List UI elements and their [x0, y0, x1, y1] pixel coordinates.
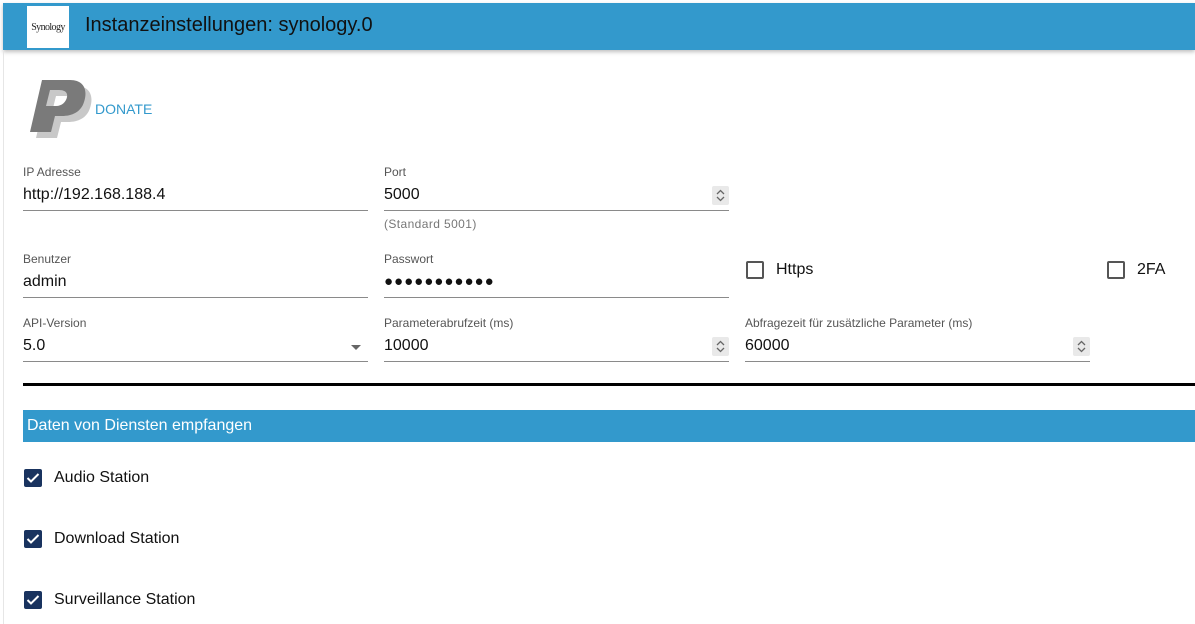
donate-link[interactable]: DONATE [95, 101, 152, 117]
ip-address-label: IP Adresse [23, 165, 81, 179]
port-field[interactable]: Port 5000 [384, 165, 729, 211]
checkmark-icon [26, 473, 40, 483]
surveillance-station-checkbox-box[interactable] [24, 591, 42, 609]
logo-text: Synology [31, 21, 65, 33]
section-title: Daten von Diensten empfangen [27, 417, 253, 434]
section-header: Daten von Diensten empfangen [23, 410, 1195, 442]
https-label: Https [776, 261, 814, 278]
password-field[interactable]: Passwort ●●●●●●●●●●● [384, 252, 729, 298]
user-field[interactable]: Benutzer admin [23, 252, 368, 298]
port-stepper[interactable] [712, 186, 729, 205]
extra-poll-interval-value[interactable]: 60000 [745, 337, 790, 355]
extra-poll-interval-label: Abfragezeit für zusätzliche Parameter (m… [745, 316, 973, 330]
stepper-arrows-icon [1077, 340, 1086, 353]
port-label: Port [384, 165, 407, 179]
surveillance-station-label: Surveillance Station [54, 591, 196, 608]
app-header: Synology Instanzeinstellungen: synology.… [3, 3, 1195, 50]
https-checkbox-box[interactable] [746, 261, 764, 279]
stepper-arrows-icon [716, 189, 725, 202]
audio-station-label: Audio Station [54, 469, 150, 486]
section-divider [23, 383, 1195, 386]
paypal-icon[interactable] [30, 76, 94, 144]
extra-poll-interval-stepper[interactable] [1073, 337, 1090, 356]
user-value[interactable]: admin [23, 273, 67, 291]
api-version-label: API-Version [23, 316, 87, 330]
extra-poll-interval-field[interactable]: Abfragezeit für zusätzliche Parameter (m… [745, 316, 1090, 362]
api-version-value[interactable]: 5.0 [23, 337, 45, 355]
password-value[interactable]: ●●●●●●●●●●● [384, 273, 495, 290]
ip-address-field[interactable]: IP Adresse http://192.168.188.4 [23, 165, 368, 211]
synology-logo: Synology [27, 6, 69, 48]
download-station-checkbox[interactable]: Download Station [24, 530, 179, 548]
stepper-arrows-icon [716, 340, 725, 353]
poll-interval-value[interactable]: 10000 [384, 337, 429, 355]
download-station-label: Download Station [54, 530, 180, 547]
page-title: Instanzeinstellungen: synology.0 [85, 14, 373, 36]
poll-interval-stepper[interactable] [712, 337, 729, 356]
https-checkbox[interactable]: Https [746, 261, 813, 279]
user-label: Benutzer [23, 252, 72, 266]
twofa-checkbox-box[interactable] [1107, 261, 1125, 279]
ip-address-value[interactable]: http://192.168.188.4 [23, 186, 165, 204]
twofa-checkbox[interactable]: 2FA [1107, 261, 1165, 279]
content-border [3, 50, 4, 624]
download-station-checkbox-box[interactable] [24, 530, 42, 548]
audio-station-checkbox-box[interactable] [24, 469, 42, 487]
port-helper-text: (Standard 5001) [384, 217, 477, 231]
api-version-select[interactable]: API-Version 5.0 [23, 316, 368, 362]
twofa-label: 2FA [1137, 261, 1166, 278]
poll-interval-field[interactable]: Parameterabrufzeit (ms) 10000 [384, 316, 729, 362]
audio-station-checkbox[interactable]: Audio Station [24, 469, 149, 487]
checkmark-icon [26, 595, 40, 605]
checkmark-icon [26, 534, 40, 544]
surveillance-station-checkbox[interactable]: Surveillance Station [24, 591, 195, 609]
dropdown-arrow-icon[interactable] [351, 345, 361, 350]
port-value[interactable]: 5000 [384, 186, 420, 204]
password-label: Passwort [384, 252, 434, 266]
poll-interval-label: Parameterabrufzeit (ms) [384, 316, 514, 330]
